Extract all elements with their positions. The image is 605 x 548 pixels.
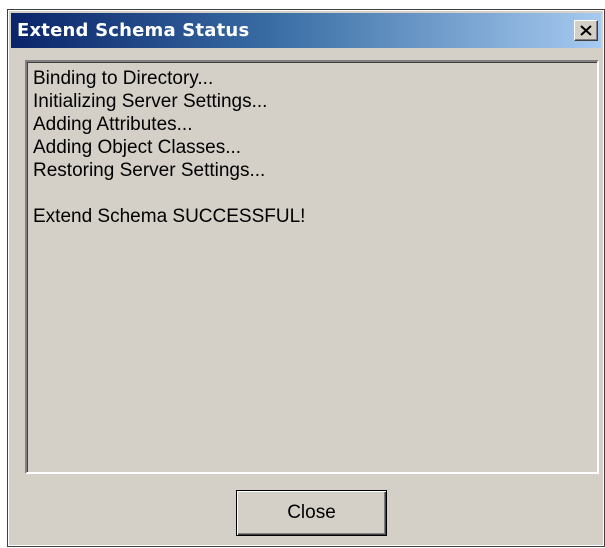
- close-button[interactable]: Close: [236, 490, 387, 536]
- window-title: Extend Schema Status: [17, 20, 250, 41]
- title-bar[interactable]: Extend Schema Status: [11, 13, 601, 48]
- status-log[interactable]: Binding to Directory... Initializing Ser…: [25, 60, 599, 474]
- log-line: Restoring Server Settings...: [33, 160, 266, 181]
- title-close-button[interactable]: [574, 20, 598, 41]
- log-line: Binding to Directory...: [33, 68, 214, 89]
- close-x-icon: [580, 25, 592, 36]
- log-line: Initializing Server Settings...: [33, 91, 268, 112]
- log-line: Adding Attributes...: [33, 114, 193, 135]
- log-line-blank: [33, 182, 591, 205]
- log-line: Adding Object Classes...: [33, 137, 242, 158]
- extend-schema-status-dialog: Extend Schema Status Binding to Director…: [7, 9, 605, 547]
- log-line-success: Extend Schema SUCCESSFUL!: [33, 206, 306, 227]
